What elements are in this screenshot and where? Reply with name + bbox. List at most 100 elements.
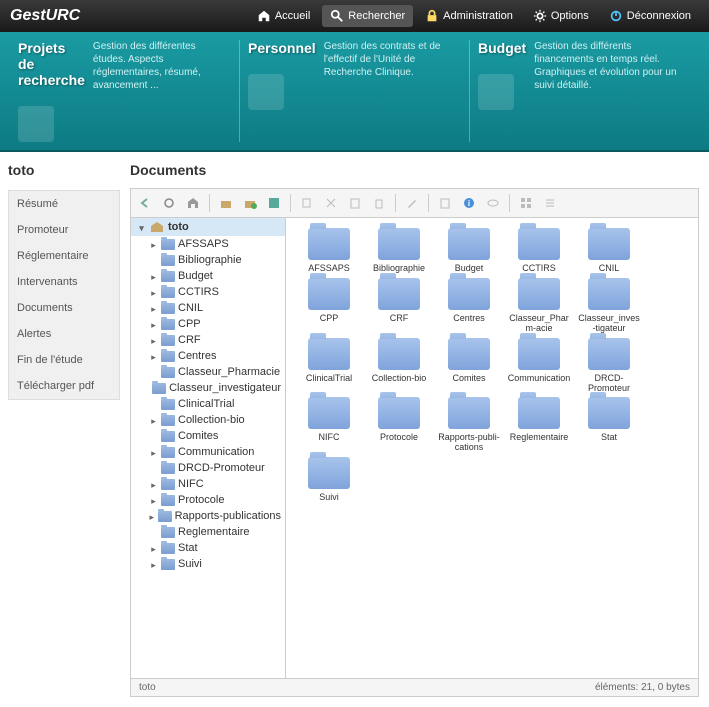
nav-rechercher[interactable]: Rechercher (322, 5, 413, 27)
expand-icon: ▸ (149, 448, 158, 457)
folder-item[interactable]: ClinicalTrial (296, 338, 362, 394)
tree-item[interactable]: ▸CRF (131, 332, 285, 348)
tree-item[interactable]: Reglementaire (131, 524, 285, 540)
info-button[interactable]: i (459, 193, 479, 213)
expand-icon: ▸ (149, 512, 155, 521)
expand-icon (149, 528, 158, 537)
preview-button[interactable] (483, 193, 503, 213)
folder-item[interactable]: Classeur_inves-tigateur (576, 278, 642, 334)
tree-label: Bibliographie (178, 254, 242, 266)
tree-label: Classeur_investigateur (169, 382, 281, 394)
tree-label: Reglementaire (178, 526, 250, 538)
nav-accueil[interactable]: Accueil (249, 5, 318, 27)
folder-item[interactable]: AFSSAPS (296, 228, 362, 274)
folder-item[interactable]: DRCD-Promoteur (576, 338, 642, 394)
folder-icon (518, 397, 560, 429)
tree-label: Rapports-publications (175, 510, 281, 522)
tree-item[interactable]: ▸Communication (131, 444, 285, 460)
tree-item[interactable]: ▸NIFC (131, 476, 285, 492)
folder-icon (161, 463, 175, 474)
new-folder-button[interactable] (240, 193, 260, 213)
banner-budget[interactable]: Budget Gestion des différents financemen… (469, 40, 699, 142)
sidebar-item-5[interactable]: Alertes (9, 321, 119, 347)
sidebar-item-0[interactable]: Résumé (9, 191, 119, 217)
folder-item[interactable]: CPP (296, 278, 362, 334)
folder-item[interactable]: CCTIRS (506, 228, 572, 274)
tree-item[interactable]: ▸Centres (131, 348, 285, 364)
folder-icon (448, 338, 490, 370)
folder-item[interactable]: CRF (366, 278, 432, 334)
cut-button[interactable] (321, 193, 341, 213)
sidebar-item-2[interactable]: Réglementaire (9, 243, 119, 269)
file-body: ▾toto ▸AFSSAPSBibliographie▸Budget▸CCTIR… (131, 218, 698, 678)
tree-item[interactable]: DRCD-Promoteur (131, 460, 285, 476)
banner-desc: Gestion des différentes études. Aspects … (93, 40, 231, 142)
tree-item[interactable]: ▸Suivi (131, 556, 285, 572)
tree-item[interactable]: Classeur_investigateur (131, 380, 285, 396)
view-list-button[interactable] (540, 193, 560, 213)
folder-item[interactable]: Stat (576, 397, 642, 453)
folder-icon (161, 495, 175, 506)
edit-button[interactable] (402, 193, 422, 213)
sidebar-item-1[interactable]: Promoteur (9, 217, 119, 243)
tree-item[interactable]: Comites (131, 428, 285, 444)
back-button[interactable] (135, 193, 155, 213)
save-button[interactable] (264, 193, 284, 213)
folder-plus-icon (243, 196, 257, 210)
nav-deconnexion[interactable]: Déconnexion (601, 5, 699, 27)
sidebar-item-3[interactable]: Intervenants (9, 269, 119, 295)
tree-label: Comites (178, 430, 218, 442)
tree-item[interactable]: Bibliographie (131, 252, 285, 268)
tree-item[interactable]: ▸CCTIRS (131, 284, 285, 300)
tree-label: ClinicalTrial (178, 398, 234, 410)
tree-item[interactable]: ▸Protocole (131, 492, 285, 508)
tree-item[interactable]: ▸CNIL (131, 300, 285, 316)
tree-item[interactable]: ClinicalTrial (131, 396, 285, 412)
folder-icon (161, 351, 175, 362)
folder-item[interactable]: CNIL (576, 228, 642, 274)
folder-item[interactable]: Budget (436, 228, 502, 274)
folder-item[interactable]: Bibliographie (366, 228, 432, 274)
nav-administration[interactable]: Administration (417, 5, 521, 27)
delete-button[interactable] (369, 193, 389, 213)
extract-button[interactable] (435, 193, 455, 213)
folder-item[interactable]: Reglementaire (506, 397, 572, 453)
copy-button[interactable] (297, 193, 317, 213)
power-icon (609, 9, 623, 23)
folder-icon (588, 278, 630, 310)
folder-item[interactable]: Rapports-publi-cations (436, 397, 502, 453)
sidebar-item-4[interactable]: Documents (9, 295, 119, 321)
reload-button[interactable] (159, 193, 179, 213)
folder-item[interactable]: Classeur_Pharm-acie (506, 278, 572, 334)
view-icons-button[interactable] (516, 193, 536, 213)
tree-item[interactable]: ▸Budget (131, 268, 285, 284)
folder-item[interactable]: Centres (436, 278, 502, 334)
tree-item[interactable]: ▸AFSSAPS (131, 236, 285, 252)
folder-item[interactable]: Collection-bio (366, 338, 432, 394)
tree-item[interactable]: ▸CPP (131, 316, 285, 332)
sidebar-item-6[interactable]: Fin de l'étude (9, 347, 119, 373)
banner-projets[interactable]: Projets de recherche Gestion des différe… (10, 40, 239, 142)
folder-item[interactable]: Comites (436, 338, 502, 394)
tree-item[interactable]: Classeur_Pharmacie (131, 364, 285, 380)
tree-item[interactable]: ▸Collection-bio (131, 412, 285, 428)
folder-item[interactable]: Protocole (366, 397, 432, 453)
open-button[interactable] (216, 193, 236, 213)
nav-options[interactable]: Options (525, 5, 597, 27)
folder-label: Stat (601, 433, 617, 443)
folder-item[interactable]: Suivi (296, 457, 362, 503)
home-button[interactable] (183, 193, 203, 213)
sidebar-item-7[interactable]: Télécharger pdf (9, 373, 119, 399)
folder-item[interactable]: Communication (506, 338, 572, 394)
folder-icon (448, 278, 490, 310)
tree-item[interactable]: ▸ Rapports-publications (131, 508, 285, 524)
tree-label: Stat (178, 542, 198, 554)
tree-item[interactable]: ▸Stat (131, 540, 285, 556)
trash-icon (372, 196, 386, 210)
folder-label: CRF (390, 314, 409, 324)
folder-open-icon (219, 196, 233, 210)
banner-personnel[interactable]: Personnel Gestion des contrats et de l'e… (239, 40, 469, 142)
paste-button[interactable] (345, 193, 365, 213)
tree-root[interactable]: ▾toto (131, 218, 285, 236)
folder-item[interactable]: NIFC (296, 397, 362, 453)
